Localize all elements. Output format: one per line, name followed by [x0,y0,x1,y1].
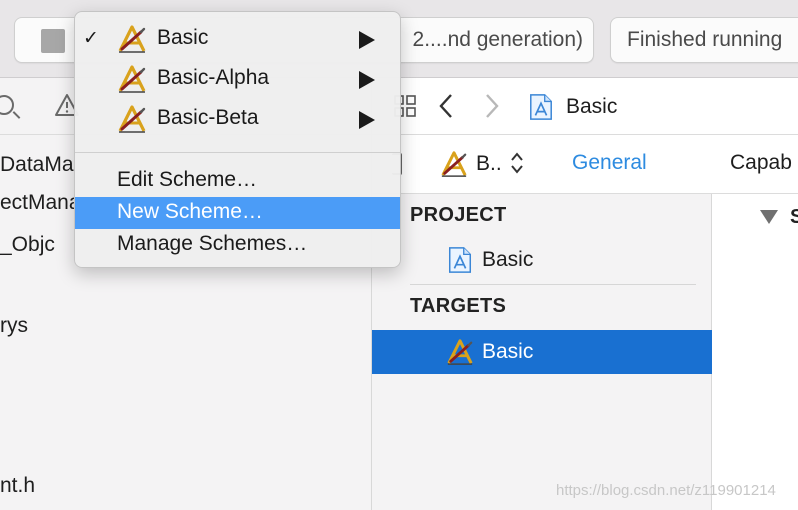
app-target-icon [117,64,147,94]
stop-button[interactable] [41,29,65,53]
tab-capabilities[interactable]: Capab [730,151,792,175]
navigator-file-row[interactable]: rys [0,314,28,338]
disclosure-triangle-icon[interactable] [760,210,778,224]
project-target-list: PROJECT Basic TARGETS Basic [372,194,712,510]
breadcrumb-project[interactable]: Basic [566,95,617,119]
settings-detail-pane: S [712,194,798,510]
detail-section-title: S [790,206,798,228]
menu-item-label: Basic [157,26,209,49]
watermark-text: https://blog.csdn.net/z119901214 [556,482,776,499]
checkmark-icon: ✓ [83,27,99,49]
navigator-file-row[interactable]: nt.h [0,474,35,498]
activity-status-text: Finished running [627,28,783,51]
menu-item-manage-schemes[interactable]: Manage Schemes… [75,229,400,261]
submenu-arrow-icon [359,31,375,49]
search-icon[interactable] [0,95,14,115]
menu-item-scheme-basic[interactable]: ✓ Basic [75,23,400,55]
navigator-file-row[interactable]: DataMa [0,153,74,177]
up-down-chevron-icon[interactable] [510,149,524,177]
project-list-item[interactable]: Basic [372,238,712,282]
tab-general[interactable]: General [572,151,647,175]
app-target-icon [117,24,147,54]
targets-section-header: TARGETS [410,295,507,317]
project-settings-tabbar: B.. General Capab [372,135,798,194]
project-file-icon [446,246,474,274]
editor-jump-bar: Basic [372,78,798,135]
navigator-file-row[interactable]: _Objc [0,233,55,257]
app-target-icon [117,104,147,134]
menu-item-new-scheme[interactable]: New Scheme… [75,197,400,229]
scheme-menu: ✓ Basic Basic-Alpha Basic-Beta Edit Sche… [74,11,401,268]
project-section-header: PROJECT [410,204,507,226]
activity-view: Finished running [610,17,798,63]
submenu-arrow-icon [359,71,375,89]
navigator-file-row[interactable]: ectMana [0,191,81,215]
menu-item-label: Edit Scheme… [117,168,258,191]
forward-chevron-icon[interactable] [484,93,500,119]
menu-item-label: Basic-Alpha [157,66,270,89]
menu-item-scheme-basic-beta[interactable]: Basic-Beta [75,103,400,135]
submenu-arrow-icon [359,111,375,129]
app-target-icon [440,150,468,178]
scheme-destination-label: 2....nd generation) [412,28,583,51]
menu-item-edit-scheme[interactable]: Edit Scheme… [75,165,400,197]
menu-item-scheme-basic-alpha[interactable]: Basic-Alpha [75,63,400,95]
menu-item-label: New Scheme… [117,200,263,223]
target-item-label: Basic [482,340,534,363]
target-selector[interactable]: B.. [476,152,502,176]
project-item-label: Basic [482,248,534,271]
project-file-icon [528,93,554,121]
menu-item-label: Manage Schemes… [117,232,308,255]
menu-item-label: Basic-Beta [157,106,259,129]
section-divider [410,284,696,285]
target-list-item[interactable]: Basic [372,330,712,374]
back-chevron-icon[interactable] [438,93,454,119]
menu-separator [75,152,400,153]
app-target-icon [446,338,474,366]
